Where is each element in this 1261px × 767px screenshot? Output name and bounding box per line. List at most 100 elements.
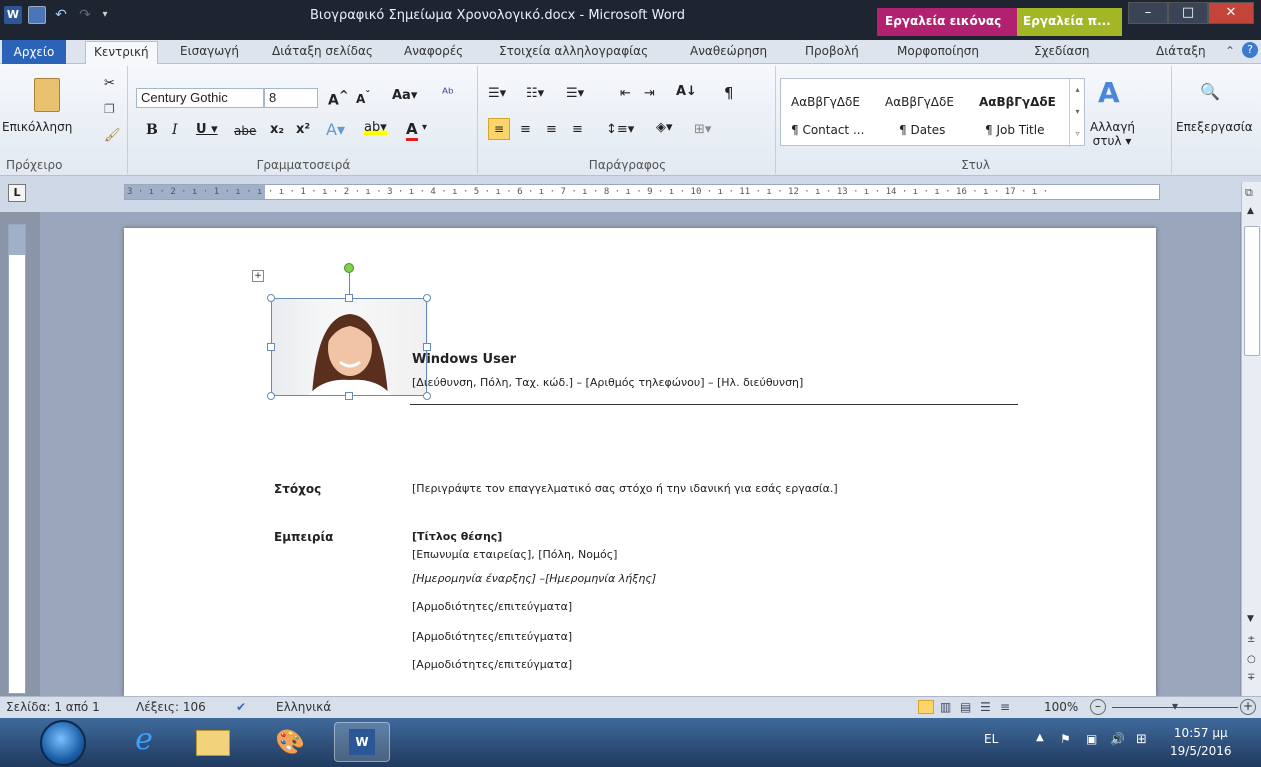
decrease-indent-icon[interactable]: ⇤: [620, 86, 631, 101]
text-effects-icon[interactable]: A▾: [326, 120, 345, 139]
split-icon[interactable]: ⧉: [1245, 186, 1253, 200]
next-page-icon[interactable]: ∓: [1247, 672, 1255, 683]
select-browse-object-icon[interactable]: ○: [1247, 654, 1256, 665]
undo-icon[interactable]: ↶: [52, 6, 70, 24]
word-count[interactable]: Λέξεις: 106: [136, 700, 206, 714]
resize-handle-bottom-left[interactable]: [267, 392, 275, 400]
style-name-job-title[interactable]: ¶ Job Title: [985, 123, 1044, 137]
tab-file[interactable]: Αρχείο: [2, 40, 66, 64]
font-name-field[interactable]: Century Gothic: [136, 88, 264, 108]
objective-text[interactable]: [Περιγράψτε τον επαγγελματικό σας στόχο …: [412, 482, 838, 495]
font-size-field[interactable]: 8: [264, 88, 318, 108]
format-painter-icon[interactable]: 🖌: [104, 128, 121, 143]
document-page[interactable]: + Windows User [Διεύθυνση, Πόλη, Ταχ. κώ…: [124, 228, 1156, 696]
language-indicator[interactable]: Ελληνικά: [276, 700, 331, 714]
resize-handle-left[interactable]: [267, 343, 275, 351]
zoom-out-icon[interactable]: –: [1090, 699, 1106, 715]
style-preview-dates[interactable]: AαBβΓγΔδE: [885, 95, 954, 109]
copy-icon[interactable]: ❐: [104, 102, 115, 116]
line-spacing-icon[interactable]: ↕≡▾: [606, 122, 634, 137]
font-color-icon[interactable]: A: [406, 120, 418, 141]
word-taskbar-icon[interactable]: W: [334, 722, 390, 762]
tab-view[interactable]: Προβολή: [805, 44, 859, 58]
multilevel-list-icon[interactable]: ☰▾: [566, 86, 584, 101]
bullets-icon[interactable]: ☰▾: [488, 86, 506, 101]
minimize-ribbon-icon[interactable]: ⌃: [1225, 44, 1235, 58]
action-center-icon[interactable]: ⚑: [1060, 732, 1071, 746]
strikethrough-icon[interactable]: abe: [234, 124, 256, 138]
resize-handle-right[interactable]: [423, 343, 431, 351]
duty-item[interactable]: [Αρμοδιότητες/επιτεύγματα]: [412, 658, 572, 671]
bold-icon[interactable]: B: [146, 122, 158, 138]
style-preview-contact[interactable]: AαBβΓγΔδE: [791, 95, 860, 109]
paste-button[interactable]: Επικόλληση: [2, 120, 72, 134]
cut-icon[interactable]: ✂: [104, 76, 115, 91]
zoom-slider-thumb[interactable]: ▾: [1172, 699, 1178, 713]
full-screen-view-icon[interactable]: ▥: [940, 700, 951, 714]
zoom-level[interactable]: 100%: [1044, 700, 1078, 714]
scrollbar-thumb[interactable]: [1244, 226, 1260, 356]
help-icon[interactable]: ?: [1242, 42, 1258, 58]
duty-item[interactable]: [Αρμοδιότητες/επιτεύγματα]: [412, 630, 572, 643]
align-right-icon[interactable]: ≡: [546, 122, 557, 137]
print-layout-view-icon[interactable]: [918, 700, 934, 714]
proofing-icon[interactable]: ✔: [236, 700, 246, 714]
styles-scroll-icon[interactable]: ▴ ▾ ▿: [1069, 79, 1085, 147]
paste-icon[interactable]: [34, 78, 60, 112]
web-layout-view-icon[interactable]: ▤: [960, 700, 971, 714]
underline-icon[interactable]: U ▾: [196, 122, 218, 137]
change-styles-icon[interactable]: A: [1098, 76, 1120, 109]
horizontal-ruler[interactable]: 3 · ı · 2 · ı · 1 · ı · ı · ı · 1 · ı · …: [124, 184, 1160, 200]
internet-explorer-icon[interactable]: e: [116, 722, 172, 762]
vertical-ruler[interactable]: [8, 224, 26, 694]
tab-home[interactable]: Κεντρική: [85, 41, 158, 65]
tab-mailings[interactable]: Στοιχεία αλληλογραφίας: [499, 44, 648, 58]
windows-flag-icon[interactable]: ⊞: [1136, 732, 1147, 747]
resume-name[interactable]: Windows User: [412, 352, 516, 367]
maximize-button[interactable]: □: [1168, 2, 1208, 24]
highlight-icon[interactable]: ab▾: [364, 120, 387, 135]
editing-button[interactable]: Επεξεργασία: [1176, 120, 1253, 134]
resume-contact-line[interactable]: [Διεύθυνση, Πόλη, Ταχ. κώδ.] – [Αριθμός …: [412, 376, 803, 389]
increase-indent-icon[interactable]: ⇥: [644, 86, 655, 101]
input-language[interactable]: EL: [984, 732, 998, 746]
paint-icon[interactable]: 🎨: [262, 722, 318, 762]
style-name-dates[interactable]: ¶ Dates: [899, 123, 945, 137]
previous-page-icon[interactable]: ±: [1247, 634, 1255, 645]
tab-selector-icon[interactable]: L: [8, 184, 26, 202]
redo-icon[interactable]: ↷: [76, 6, 94, 24]
draft-view-icon[interactable]: ≡: [1000, 700, 1010, 714]
tab-insert[interactable]: Εισαγωγή: [180, 44, 239, 58]
align-center-icon[interactable]: ≡: [520, 122, 531, 137]
sort-icon[interactable]: A↓: [676, 84, 697, 99]
tab-references[interactable]: Αναφορές: [404, 44, 463, 58]
resize-handle-top[interactable]: [345, 294, 353, 302]
italic-icon[interactable]: I: [172, 122, 178, 138]
scroll-up-icon[interactable]: ▲: [1247, 206, 1254, 216]
tab-review[interactable]: Αναθεώρηση: [690, 44, 767, 58]
font-color-dropdown-icon[interactable]: ▾: [422, 122, 427, 133]
dates-line[interactable]: [Ημερομηνία έναρξης] –[Ημερομηνία λήξης]: [412, 572, 656, 585]
file-explorer-icon[interactable]: [186, 722, 242, 762]
justify-icon[interactable]: ≡: [572, 122, 583, 137]
table-move-handle-icon[interactable]: +: [252, 270, 264, 282]
job-title[interactable]: [Τίτλος θέσης]: [412, 530, 502, 543]
numbering-icon[interactable]: ☷▾: [526, 86, 544, 101]
resize-handle-bottom[interactable]: [345, 392, 353, 400]
page-count[interactable]: Σελίδα: 1 από 1: [6, 700, 100, 714]
volume-icon[interactable]: 🔊: [1110, 732, 1125, 746]
vertical-scrollbar[interactable]: ⧉ ▲ ▼ ± ○ ∓: [1241, 182, 1261, 696]
tab-design[interactable]: Σχεδίαση: [1034, 44, 1090, 58]
outline-view-icon[interactable]: ☰: [980, 700, 991, 714]
rotate-handle[interactable]: [344, 263, 354, 273]
show-formatting-icon[interactable]: ¶: [724, 84, 734, 102]
superscript-icon[interactable]: x²: [296, 122, 310, 137]
style-name-contact[interactable]: ¶ Contact ...: [791, 123, 864, 137]
minimize-button[interactable]: –: [1128, 2, 1168, 24]
show-hidden-icons-icon[interactable]: ▲: [1036, 732, 1044, 743]
change-case-icon[interactable]: Aa▾: [392, 88, 417, 103]
close-button[interactable]: ✕: [1208, 2, 1254, 24]
duty-item[interactable]: [Αρμοδιότητες/επιτεύγματα]: [412, 600, 572, 613]
word-logo-icon[interactable]: W: [4, 6, 22, 24]
customize-qat-icon[interactable]: ▾: [100, 6, 110, 24]
